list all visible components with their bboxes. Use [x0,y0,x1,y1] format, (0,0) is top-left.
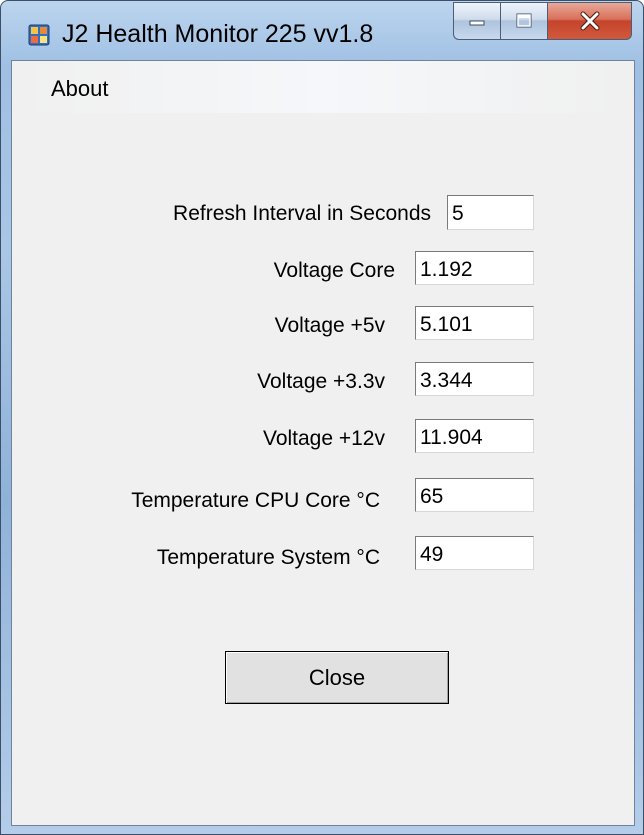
app-window: J2 Health Monitor 225 vv1.8 About Refres… [0,0,644,835]
title-bar[interactable]: J2 Health Monitor 225 vv1.8 [1,1,643,59]
close-button[interactable]: Close [225,651,449,704]
temperature-cpu-field[interactable] [415,478,534,512]
client-area: About Refresh Interval in Seconds Voltag… [11,60,635,826]
refresh-interval-label: Refresh Interval in Seconds [173,202,431,225]
minimize-icon [469,20,485,26]
voltage-3-3v-label: Voltage +3.3v [257,370,385,393]
voltage-12v-field[interactable] [415,419,534,453]
voltage-12v-label: Voltage +12v [262,427,385,450]
voltage-3-3v-field[interactable] [415,362,534,396]
application-window-icon [28,24,50,46]
maximize-icon [516,13,532,28]
minimize-button[interactable] [453,2,500,40]
menu-bar: About [12,61,634,113]
caption-buttons [453,2,632,40]
window-title: J2 Health Monitor 225 vv1.8 [62,20,374,48]
close-x-icon [580,11,599,31]
refresh-interval-input[interactable] [447,195,534,230]
temperature-system-field[interactable] [415,536,534,570]
menu-item-about[interactable]: About [51,76,109,102]
temperature-system-label: Temperature System °C [156,546,380,569]
voltage-core-field[interactable] [415,251,534,285]
temperature-cpu-label: Temperature CPU Core °C [131,489,380,512]
close-window-button[interactable] [547,2,632,40]
voltage-core-label: Voltage Core [273,259,395,282]
voltage-5v-field[interactable] [415,306,534,340]
voltage-5v-label: Voltage +5v [274,314,385,337]
maximize-button[interactable] [500,2,547,40]
